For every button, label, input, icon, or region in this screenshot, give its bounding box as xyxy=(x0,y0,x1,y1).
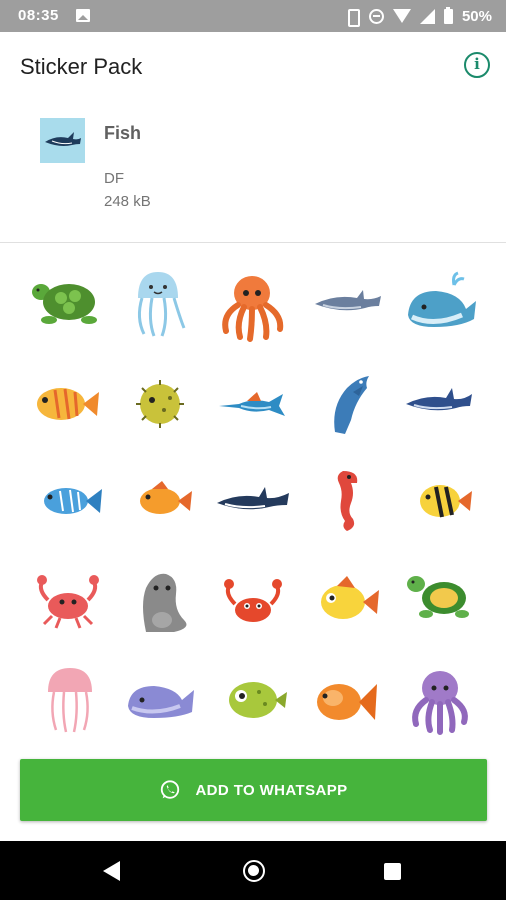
pack-author: DF xyxy=(104,170,124,187)
status-icons: 50% xyxy=(344,6,492,27)
sticker-whale-2[interactable] xyxy=(120,660,200,740)
sticker-angelfish[interactable] xyxy=(402,461,482,541)
status-bar: 08:35 50% xyxy=(0,0,506,32)
wifi-icon xyxy=(392,9,411,23)
sticker-crab-2[interactable] xyxy=(213,562,293,642)
sticker-jellyfish[interactable] xyxy=(118,262,198,342)
pack-thumbnail xyxy=(40,118,85,163)
pack-size: 248 kB xyxy=(104,193,151,210)
sticker-pufferfish-2[interactable] xyxy=(215,660,295,740)
sticker-orange-fish[interactable] xyxy=(25,362,105,442)
sticker-turtle-2[interactable] xyxy=(400,560,480,640)
sticker-swordfish[interactable] xyxy=(213,364,293,444)
whatsapp-icon xyxy=(161,780,180,799)
sticker-goldfish[interactable] xyxy=(305,660,385,740)
sticker-yellow-fish[interactable] xyxy=(307,560,387,640)
add-to-whatsapp-label: ADD TO WHATSAPP xyxy=(195,781,348,799)
sticker-crab[interactable] xyxy=(28,560,108,640)
do-not-disturb-icon xyxy=(368,8,384,24)
info-icon[interactable]: i xyxy=(464,52,490,78)
navigation-bar xyxy=(0,841,506,900)
sticker-orange-fish-2[interactable] xyxy=(122,461,202,541)
photo-icon xyxy=(76,9,90,22)
sticker-jellyfish-2[interactable] xyxy=(30,660,110,740)
sticker-whale[interactable] xyxy=(400,265,480,345)
sticker-seahorse[interactable] xyxy=(307,461,387,541)
divider xyxy=(0,242,506,243)
battery-percent: 50% xyxy=(461,7,492,25)
pack-title: Fish xyxy=(104,123,142,143)
sticker-octopus-2[interactable] xyxy=(400,660,480,740)
sticker-blue-fish[interactable] xyxy=(30,461,110,541)
battery-icon xyxy=(443,6,453,24)
sticker-seal[interactable] xyxy=(122,560,202,640)
app-bar: Sticker Pack xyxy=(0,32,506,100)
home-icon[interactable] xyxy=(243,860,265,882)
add-to-whatsapp-button[interactable]: ADD TO WHATSAPP xyxy=(20,759,487,821)
sticker-pufferfish[interactable] xyxy=(120,364,200,444)
sticker-shark-3[interactable] xyxy=(213,461,293,541)
page-title: Sticker Pack xyxy=(20,54,143,79)
sticker-turtle[interactable] xyxy=(25,260,105,340)
sticker-dolphin[interactable] xyxy=(307,362,387,442)
status-time: 08:35 xyxy=(18,7,59,24)
vibrate-icon xyxy=(344,9,360,27)
sticker-shark-2[interactable] xyxy=(400,362,480,442)
back-icon[interactable] xyxy=(103,861,120,881)
sticker-octopus[interactable] xyxy=(212,265,292,345)
signal-icon xyxy=(419,8,435,24)
sticker-shark[interactable] xyxy=(307,262,387,342)
recents-icon[interactable] xyxy=(384,863,401,880)
